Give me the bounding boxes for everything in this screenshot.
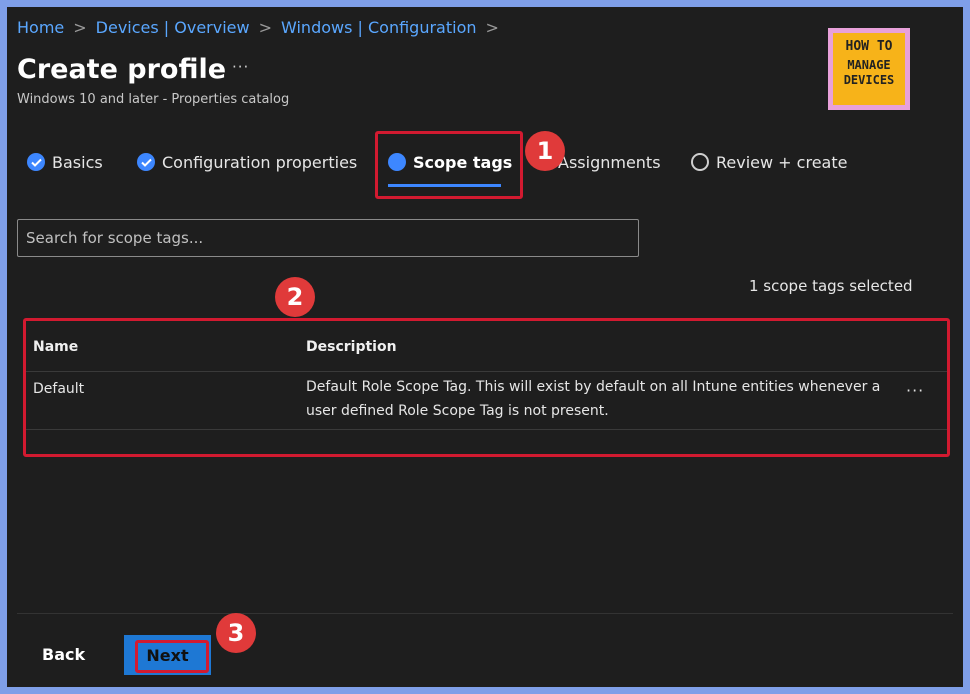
screenshot-frame: Home > Devices | Overview > Windows | Config… [7,7,963,687]
annotation-badge-3: 3 [216,613,256,653]
tab-configuration-properties[interactable]: Configuration properties [137,135,357,189]
checkmark-icon [137,153,155,171]
page-title: Create profile [17,54,227,85]
highlight-box-table [23,318,950,457]
breadcrumb: Home > Devices | Overview > Windows | Config… [17,18,508,37]
chevron-right-icon: > [258,18,273,37]
highlight-box-scope-tags [375,131,523,199]
tab-label: Assignments [558,152,661,172]
selection-count: 1 scope tags selected [749,277,913,295]
tab-review-create[interactable]: Review + create [691,135,847,189]
breadcrumb-home[interactable]: Home [17,18,64,37]
checkmark-icon [27,153,45,171]
more-options-icon[interactable]: ··· [232,58,249,76]
how-to-manage-devices-logo: HOW TO MANAGE DEVICES [828,28,910,110]
page-subtitle: Windows 10 and later - Properties catalo… [17,92,290,107]
logo-text-line1: HOW TO [845,39,893,54]
chevron-right-icon: > [73,18,87,37]
tab-label: Basics [52,152,103,172]
annotation-badge-1: 1 [525,131,565,171]
annotation-badge-2: 2 [275,277,315,317]
pending-step-icon [691,153,709,171]
tab-label: Configuration properties [162,152,358,172]
tab-label: Review + create [716,152,848,172]
tab-assignments[interactable]: Assignments [558,135,661,189]
breadcrumb-windows-configuration[interactable]: Windows | Configuration [281,18,477,37]
footer-divider [17,613,953,614]
breadcrumb-devices-overview[interactable]: Devices | Overview [96,18,250,37]
back-button[interactable]: Back [42,645,85,664]
highlight-box-next [135,640,209,673]
logo-text-line3: DEVICES [843,73,895,87]
search-input[interactable] [17,219,639,257]
chevron-right-icon: > [485,18,499,37]
tab-basics[interactable]: Basics [27,135,103,189]
logo-text-line2: MANAGE [847,58,891,72]
